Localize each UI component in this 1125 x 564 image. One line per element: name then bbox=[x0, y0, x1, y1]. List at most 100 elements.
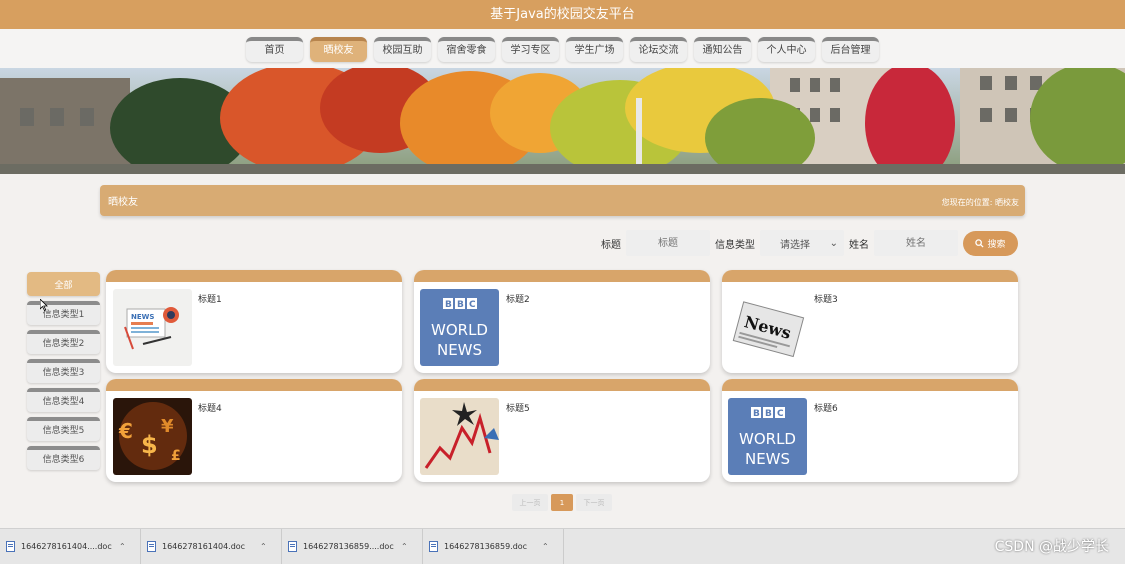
category-all[interactable]: 全部 bbox=[27, 272, 100, 296]
bbc-letter-text: C bbox=[777, 409, 784, 419]
svg-text:¥: ¥ bbox=[161, 416, 174, 437]
title-search-input[interactable] bbox=[626, 230, 710, 256]
category-type-3[interactable]: 信息类型3 bbox=[27, 359, 100, 383]
post-card[interactable]: News 标题3 bbox=[722, 270, 1018, 373]
section-title: 晒校友 bbox=[108, 197, 138, 208]
download-item[interactable]: 1646278161404.doc ⌃ bbox=[141, 528, 282, 564]
breadcrumb-prefix: 您现在的位置: bbox=[941, 198, 993, 207]
nav-personal-center[interactable]: 个人中心 bbox=[758, 37, 815, 62]
mouse-cursor-icon bbox=[40, 299, 48, 311]
name-search-input[interactable] bbox=[874, 230, 958, 256]
nav-campus-help[interactable]: 校园互助 bbox=[374, 37, 431, 62]
money-symbols-image: € $ ¥ £ bbox=[113, 398, 192, 475]
breadcrumb-current[interactable]: 晒校友 bbox=[995, 198, 1019, 207]
nav-admin[interactable]: 后台管理 bbox=[822, 37, 879, 62]
chevron-down-icon: ⌄ bbox=[829, 237, 838, 249]
post-card[interactable]: 标题5 bbox=[414, 379, 710, 482]
nav-forum[interactable]: 论坛交流 bbox=[630, 37, 687, 62]
chevron-up-icon[interactable]: ⌃ bbox=[542, 542, 549, 551]
site-title: 基于Java的校园交友平台 bbox=[490, 7, 635, 22]
document-icon bbox=[288, 541, 297, 552]
type-select[interactable]: 请选择 ⌄ bbox=[760, 230, 844, 256]
nav-student-square[interactable]: 学生广场 bbox=[566, 37, 623, 62]
download-filename: 1646278161404.doc bbox=[162, 542, 246, 551]
bbc-news-text: NEWS bbox=[437, 341, 482, 359]
post-card[interactable]: NEWS 标题1 bbox=[106, 270, 402, 373]
category-type-1[interactable]: 信息类型1 bbox=[27, 301, 100, 325]
svg-text:£: £ bbox=[171, 448, 181, 464]
card-1-image-text: NEWS bbox=[131, 313, 154, 321]
search-button[interactable]: 搜索 bbox=[963, 230, 1018, 256]
document-icon bbox=[429, 541, 438, 552]
category-type-2[interactable]: 信息类型2 bbox=[27, 330, 100, 354]
card-header-strip bbox=[722, 379, 1018, 391]
title-label: 标题 bbox=[601, 239, 621, 251]
download-item[interactable]: 1646278161404....doc ⌃ bbox=[0, 528, 141, 564]
card-title: 标题3 bbox=[814, 295, 838, 305]
card-header-strip bbox=[106, 379, 402, 391]
category-type-5[interactable]: 信息类型5 bbox=[27, 417, 100, 441]
post-card[interactable]: B B C WORLD NEWS 标题2 bbox=[414, 270, 710, 373]
next-page-button[interactable]: 下一页 bbox=[576, 494, 612, 511]
card-title: 标题5 bbox=[506, 404, 530, 414]
search-bar: 标题 信息类型 请选择 ⌄ 姓名 搜索 bbox=[601, 230, 1018, 256]
section-header: 晒校友 您现在的位置: 晒校友 bbox=[100, 185, 1025, 216]
card-header-strip bbox=[722, 270, 1018, 282]
news-illustration-image: NEWS bbox=[113, 289, 192, 366]
newspaper-image: News bbox=[728, 289, 807, 366]
post-card[interactable]: B B C WORLD NEWS 标题6 bbox=[722, 379, 1018, 482]
nav-dorm-snacks[interactable]: 宿舍零食 bbox=[438, 37, 495, 62]
nav-show-alumni[interactable]: 晒校友 bbox=[310, 37, 367, 62]
card-title: 标题1 bbox=[198, 295, 222, 305]
document-icon bbox=[147, 541, 156, 552]
nav-home[interactable]: 首页 bbox=[246, 37, 303, 62]
bbc-news-text: NEWS bbox=[745, 450, 790, 468]
category-sidebar: 全部 信息类型1 信息类型2 信息类型3 信息类型4 信息类型5 信息类型6 bbox=[27, 272, 100, 475]
card-header-strip bbox=[106, 270, 402, 282]
bbc-world-news-image: B B C WORLD NEWS bbox=[420, 289, 499, 366]
type-label: 信息类型 bbox=[715, 239, 755, 251]
card-header-strip bbox=[414, 379, 710, 391]
card-title: 标题6 bbox=[814, 404, 838, 414]
category-type-6[interactable]: 信息类型6 bbox=[27, 446, 100, 470]
bbc-letter-text: B bbox=[457, 300, 464, 310]
chevron-up-icon[interactable]: ⌃ bbox=[260, 542, 267, 551]
bbc-world-text: WORLD bbox=[739, 430, 796, 448]
document-icon bbox=[6, 541, 15, 552]
main-nav: 首页 晒校友 校园互助 宿舍零食 学习专区 学生广场 论坛交流 通知公告 个人中… bbox=[0, 29, 1125, 68]
svg-text:€: € bbox=[118, 419, 133, 443]
chevron-up-icon[interactable]: ⌃ bbox=[119, 542, 126, 551]
name-label: 姓名 bbox=[849, 239, 869, 251]
card-title: 标题4 bbox=[198, 404, 222, 414]
download-item[interactable]: 1646278136859.doc ⌃ bbox=[423, 528, 564, 564]
bbc-letter-text: B bbox=[753, 409, 760, 419]
download-filename: 1646278136859.doc bbox=[444, 542, 528, 551]
pagination: 上一页 1 下一页 bbox=[512, 494, 612, 511]
search-button-label: 搜索 bbox=[987, 239, 1006, 250]
watermark: CSDN @战少学长 bbox=[994, 539, 1109, 555]
bbc-letter-text: C bbox=[469, 300, 476, 310]
downloads-bar: 1646278161404....doc ⌃ 1646278161404.doc… bbox=[0, 528, 1125, 564]
search-icon bbox=[975, 238, 985, 248]
card-header-strip bbox=[414, 270, 710, 282]
download-filename: 1646278136859....doc bbox=[303, 542, 394, 551]
post-card[interactable]: € $ ¥ £ 标题4 bbox=[106, 379, 402, 482]
bbc-letter-text: B bbox=[445, 300, 452, 310]
site-header: 基于Java的校园交友平台 bbox=[0, 0, 1125, 29]
category-type-4[interactable]: 信息类型4 bbox=[27, 388, 100, 412]
bbc-letter-text: B bbox=[765, 409, 772, 419]
bbc-world-text: WORLD bbox=[431, 321, 488, 339]
nav-notices[interactable]: 通知公告 bbox=[694, 37, 751, 62]
type-select-value: 请选择 bbox=[780, 239, 810, 251]
prev-page-button[interactable]: 上一页 bbox=[512, 494, 548, 511]
download-filename: 1646278161404....doc bbox=[21, 542, 112, 551]
nav-study-zone[interactable]: 学习专区 bbox=[502, 37, 559, 62]
chevron-up-icon[interactable]: ⌃ bbox=[401, 542, 408, 551]
current-page-button[interactable]: 1 bbox=[551, 494, 573, 511]
download-item[interactable]: 1646278136859....doc ⌃ bbox=[282, 528, 423, 564]
svg-text:$: $ bbox=[141, 431, 158, 459]
stock-chart-image bbox=[420, 398, 499, 475]
breadcrumb: 您现在的位置: 晒校友 bbox=[942, 197, 1019, 208]
bbc-world-news-image: B B C WORLD NEWS bbox=[728, 398, 807, 475]
campus-banner bbox=[0, 68, 1125, 174]
